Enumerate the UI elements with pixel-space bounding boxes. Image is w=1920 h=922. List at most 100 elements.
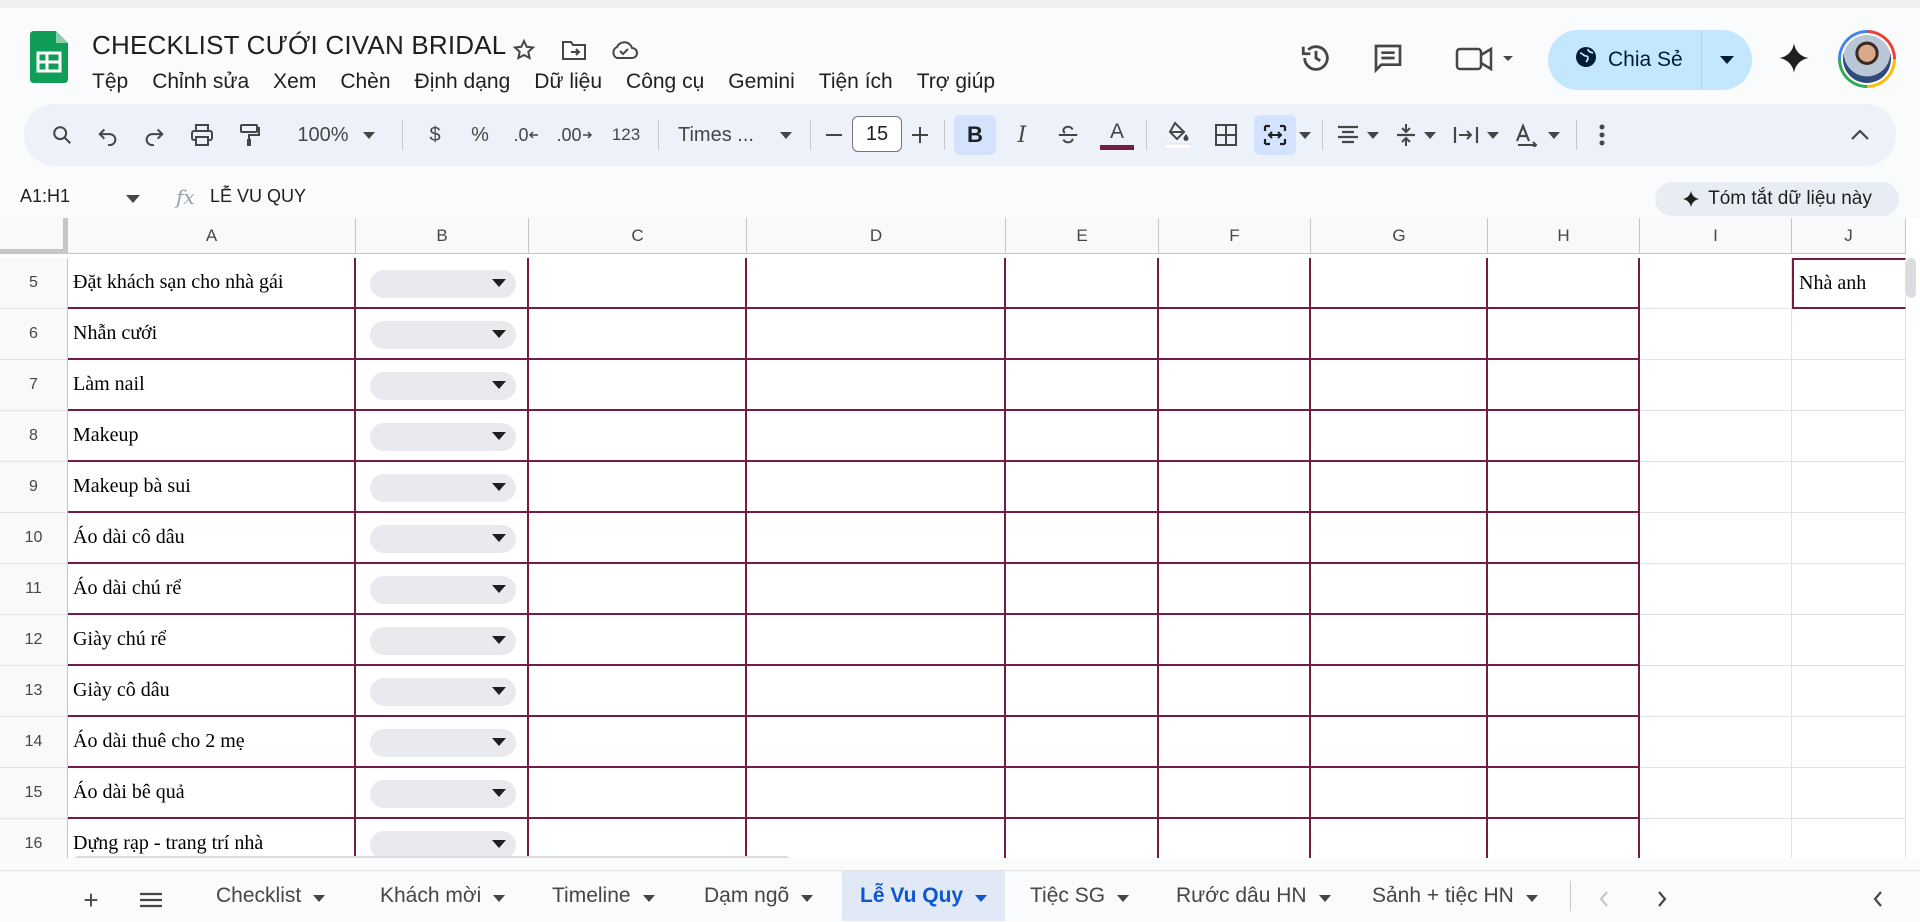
cell-d6[interactable] xyxy=(747,309,1006,360)
strikethrough-icon[interactable] xyxy=(1050,115,1086,155)
cell-c15[interactable] xyxy=(529,768,747,819)
cell-h10[interactable] xyxy=(1488,513,1640,564)
cell-e8[interactable] xyxy=(1006,411,1159,462)
cell-a8[interactable]: Makeup xyxy=(68,411,356,462)
summarize-data-button[interactable]: Tóm tắt dữ liệu này xyxy=(1655,182,1899,216)
cell-a16[interactable]: Dựng rạp - trang trí nhà xyxy=(68,819,356,858)
cell-i5[interactable] xyxy=(1640,258,1792,309)
cell-e9[interactable] xyxy=(1006,462,1159,513)
cell-c5[interactable] xyxy=(529,258,747,309)
cell-g15[interactable] xyxy=(1311,768,1488,819)
chevron-down-icon[interactable] xyxy=(975,884,988,908)
status-dropdown-chip[interactable] xyxy=(370,831,516,858)
cell-e13[interactable] xyxy=(1006,666,1159,717)
cell-a12[interactable]: Giày chú rể xyxy=(68,615,356,666)
cell-h13[interactable] xyxy=(1488,666,1640,717)
cell-f14[interactable] xyxy=(1159,717,1311,768)
cell-g14[interactable] xyxy=(1311,717,1488,768)
cell-a10[interactable]: Áo dài cô dâu xyxy=(68,513,356,564)
cell-i12[interactable] xyxy=(1640,615,1792,666)
row-header[interactable]: 11 xyxy=(0,564,68,615)
cell-h7[interactable] xyxy=(1488,360,1640,411)
vertical-scrollbar[interactable] xyxy=(1906,258,1916,298)
cell-g8[interactable] xyxy=(1311,411,1488,462)
avatar[interactable] xyxy=(1838,30,1896,88)
column-header-j[interactable]: J xyxy=(1792,218,1906,254)
scroll-tabs-right-icon[interactable] xyxy=(1648,885,1676,913)
cell-h5[interactable] xyxy=(1488,258,1640,309)
horizontal-align-icon[interactable] xyxy=(1332,115,1384,155)
cell-c16[interactable] xyxy=(529,819,747,858)
chevron-down-icon[interactable] xyxy=(313,884,326,908)
meet-icon[interactable] xyxy=(1448,38,1518,78)
cell-i9[interactable] xyxy=(1640,462,1792,513)
cell-f15[interactable] xyxy=(1159,768,1311,819)
cell-a13[interactable]: Giày cô dâu xyxy=(68,666,356,717)
cell-h15[interactable] xyxy=(1488,768,1640,819)
cell-i13[interactable] xyxy=(1640,666,1792,717)
cell-c14[interactable] xyxy=(529,717,747,768)
status-dropdown-chip[interactable] xyxy=(370,372,516,400)
column-header-g[interactable]: G xyxy=(1311,218,1488,254)
cell-c11[interactable] xyxy=(529,564,747,615)
row-header[interactable]: 12 xyxy=(0,615,68,666)
column-header-i[interactable]: I xyxy=(1640,218,1792,254)
cell-c9[interactable] xyxy=(529,462,747,513)
all-sheets-button[interactable] xyxy=(136,885,166,915)
share-dropdown-icon[interactable] xyxy=(1702,56,1752,64)
cell-h6[interactable] xyxy=(1488,309,1640,360)
cell-c7[interactable] xyxy=(529,360,747,411)
cell-g16[interactable] xyxy=(1311,819,1488,858)
cell-i6[interactable] xyxy=(1640,309,1792,360)
row-header[interactable]: 8 xyxy=(0,411,68,462)
explore-panel-toggle-icon[interactable] xyxy=(1864,885,1892,913)
search-icon[interactable] xyxy=(44,115,80,155)
cell-a9[interactable]: Makeup bà sui xyxy=(68,462,356,513)
cell-d10[interactable] xyxy=(747,513,1006,564)
cell-a6[interactable]: Nhẫn cưới xyxy=(68,309,356,360)
chevron-down-icon[interactable] xyxy=(1318,884,1331,908)
sheet-tab[interactable]: Rước dâu HN xyxy=(1158,871,1349,921)
increase-font-size-button[interactable] xyxy=(906,115,934,155)
star-icon[interactable] xyxy=(510,36,538,64)
add-sheet-button[interactable]: + xyxy=(76,885,106,915)
cell-j6[interactable] xyxy=(1792,309,1906,360)
menu-view[interactable]: Xem xyxy=(261,70,328,94)
cell-f16[interactable] xyxy=(1159,819,1311,858)
status-dropdown-chip[interactable] xyxy=(370,525,516,553)
sheet-tab[interactable]: Lễ Vu Quy xyxy=(842,871,1006,921)
cell-d14[interactable] xyxy=(747,717,1006,768)
sheet-tab[interactable]: Timeline xyxy=(534,871,673,921)
cell-j16[interactable] xyxy=(1792,819,1906,858)
cell-c12[interactable] xyxy=(529,615,747,666)
column-header-e[interactable]: E xyxy=(1006,218,1159,254)
menu-format[interactable]: Định dạng xyxy=(403,70,523,94)
status-dropdown-chip[interactable] xyxy=(370,270,516,298)
status-dropdown-chip[interactable] xyxy=(370,576,516,604)
cell-j5[interactable]: Nhà anh xyxy=(1792,258,1906,309)
currency-format-button[interactable]: $ xyxy=(420,115,450,155)
status-dropdown-chip[interactable] xyxy=(370,678,516,706)
status-dropdown-chip[interactable] xyxy=(370,627,516,655)
cell-j15[interactable] xyxy=(1792,768,1906,819)
merge-dropdown-icon[interactable] xyxy=(1298,115,1312,155)
scroll-tabs-left-icon[interactable] xyxy=(1590,885,1618,913)
status-dropdown-chip[interactable] xyxy=(370,474,516,502)
cell-e15[interactable] xyxy=(1006,768,1159,819)
status-dropdown-chip[interactable] xyxy=(370,321,516,349)
cell-c10[interactable] xyxy=(529,513,747,564)
cell-f13[interactable] xyxy=(1159,666,1311,717)
cell-i14[interactable] xyxy=(1640,717,1792,768)
sheet-tab[interactable]: Checklist xyxy=(198,871,343,921)
cell-f7[interactable] xyxy=(1159,360,1311,411)
horizontal-scrollbar[interactable] xyxy=(72,856,792,858)
cell-e6[interactable] xyxy=(1006,309,1159,360)
column-header-d[interactable]: D xyxy=(747,218,1006,254)
cell-j8[interactable] xyxy=(1792,411,1906,462)
paint-format-icon[interactable] xyxy=(232,115,268,155)
percent-format-button[interactable]: % xyxy=(464,115,496,155)
font-size-input[interactable]: 15 xyxy=(852,116,902,152)
cell-j7[interactable] xyxy=(1792,360,1906,411)
cell-i8[interactable] xyxy=(1640,411,1792,462)
sheet-tab[interactable]: Khách mời xyxy=(362,871,523,921)
